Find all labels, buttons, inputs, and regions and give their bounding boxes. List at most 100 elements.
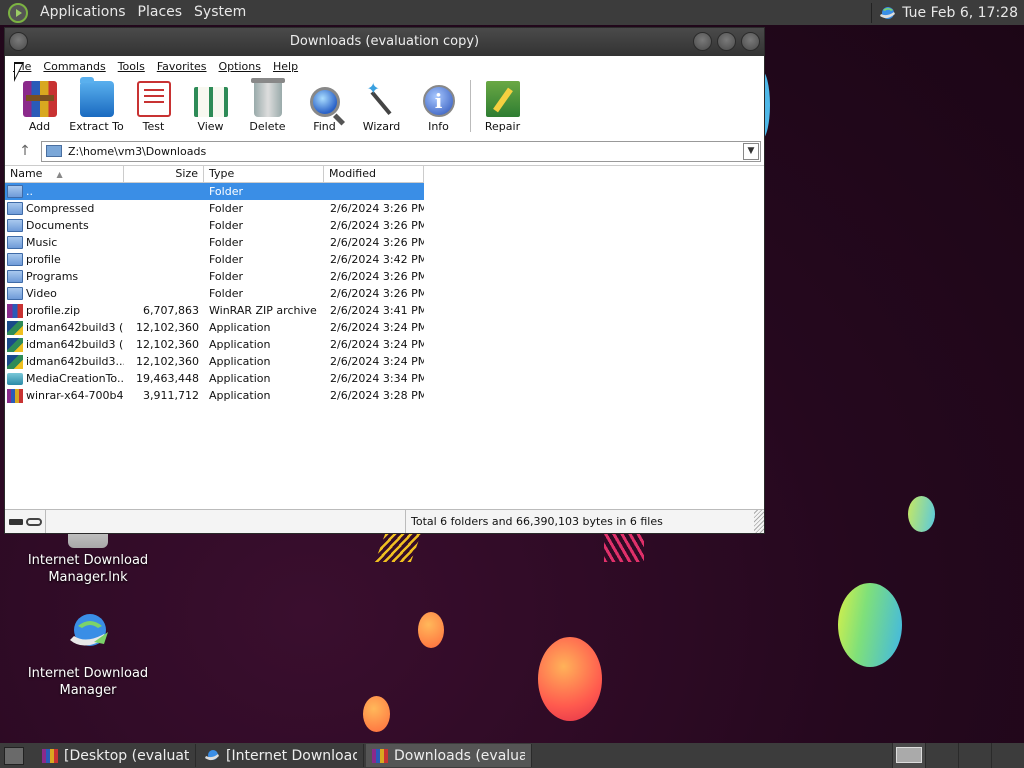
workspace-4[interactable] <box>991 743 1024 768</box>
table-row[interactable]: idman642build3.... 12,102,360 Application 2… <box>5 353 424 370</box>
menu-commands[interactable]: Commands <box>37 60 111 73</box>
table-row[interactable]: idman642build3 (... 12,102,360 Application… <box>5 336 424 353</box>
desktop-icon-label: Internet Download Manager.lnk <box>27 553 149 585</box>
menu-help[interactable]: Help <box>267 60 304 73</box>
taskbar-item-downloads[interactable]: Downloads (evaluati... <box>366 744 532 767</box>
file-rows: .. Folder Compressed Folder 2/6/2024 3:26 PM… <box>5 183 764 404</box>
distro-logo-icon[interactable] <box>8 2 28 23</box>
clock[interactable]: Tue Feb 6, 17:28 <box>902 5 1018 21</box>
cell-type: Folder <box>209 253 243 266</box>
taskbar-item-idm[interactable]: [Internet Download... <box>198 744 364 767</box>
table-row[interactable]: Video Folder 2/6/2024 3:26 PM <box>5 285 424 302</box>
winrar-icon <box>42 748 58 763</box>
wallpaper-streak <box>604 534 644 562</box>
resize-grip[interactable] <box>754 510 764 533</box>
window-menu-button[interactable] <box>9 32 28 51</box>
table-row[interactable]: .. Folder <box>5 183 424 200</box>
task-label: [Desktop (evaluatio... <box>64 747 189 764</box>
delete-button[interactable]: Delete <box>239 76 296 136</box>
up-one-level-button[interactable]: ↑ <box>9 140 41 162</box>
path-text[interactable]: Z:\home\vm3\Downloads <box>68 145 743 158</box>
cell-name: .. <box>5 185 124 198</box>
cell-name: profile.zip <box>5 303 124 318</box>
repair-kit-icon <box>485 81 520 117</box>
maximize-button[interactable] <box>717 32 736 51</box>
window-titlebar[interactable]: Downloads (evaluation copy) <box>5 28 764 56</box>
magnifier-icon <box>309 87 340 117</box>
list-header: Name ▲ Size Type Modified <box>5 166 764 183</box>
task-label: [Internet Download... <box>226 747 357 764</box>
find-button[interactable]: Find <box>296 76 353 136</box>
winrar-icon <box>372 748 388 763</box>
table-row[interactable]: Music Folder 2/6/2024 3:26 PM <box>5 234 424 251</box>
column-header-name[interactable]: Name ▲ <box>5 166 124 183</box>
test-button[interactable]: Test <box>125 76 182 136</box>
add-button[interactable]: Add <box>11 76 68 136</box>
workspace-3[interactable] <box>958 743 991 768</box>
chevron-down-icon[interactable]: ▼ <box>743 142 759 160</box>
tool-label: Extract To <box>69 120 124 133</box>
cell-modified: 2/6/2024 3:24 PM <box>330 355 424 368</box>
table-row[interactable]: Compressed Folder 2/6/2024 3:26 PM <box>5 200 424 217</box>
cell-modified: 2/6/2024 3:24 PM <box>330 338 424 351</box>
cell-type: Application <box>209 355 271 368</box>
idm-globe-icon <box>70 614 108 646</box>
info-button[interactable]: i Info <box>410 76 467 136</box>
minimize-button[interactable] <box>693 32 712 51</box>
winrar-window: Downloads (evaluation copy) File Command… <box>4 27 765 534</box>
folder-icon <box>7 270 23 283</box>
file-name: winrar-x64-700b4.... <box>26 389 124 402</box>
wallpaper-bubble <box>418 612 444 648</box>
taskbar-item-desktop[interactable]: [Desktop (evaluatio... <box>36 744 196 767</box>
drive-icon[interactable] <box>9 518 23 525</box>
menu-favorites[interactable]: Favorites <box>151 60 213 73</box>
menu-tools[interactable]: Tools <box>112 60 151 73</box>
table-row[interactable]: idman642build3 (... 12,102,360 Application… <box>5 319 424 336</box>
close-button[interactable] <box>741 32 760 51</box>
cell-type: Folder <box>209 185 243 198</box>
column-header-modified[interactable]: Modified <box>324 166 424 183</box>
workspace-switcher <box>892 743 1024 768</box>
wizard-button[interactable]: Wizard <box>353 76 410 136</box>
cell-modified: 2/6/2024 3:41 PM <box>330 304 424 317</box>
extract-to-button[interactable]: Extract To <box>68 76 125 136</box>
workspace-1[interactable] <box>892 743 925 768</box>
cell-type: Application <box>209 338 271 351</box>
menu-system[interactable]: System <box>188 0 252 25</box>
menu-applications[interactable]: Applications <box>34 0 132 25</box>
table-row[interactable]: winrar-x64-700b4.... 3,911,712 Application… <box>5 387 424 404</box>
key-icon[interactable] <box>26 517 42 526</box>
show-desktop-button[interactable] <box>4 746 24 765</box>
cell-type: Application <box>209 389 271 402</box>
tool-label: Delete <box>249 120 286 133</box>
repair-button[interactable]: Repair <box>474 76 531 136</box>
desktop-icon-idm[interactable]: Internet Download Manager <box>18 608 158 699</box>
status-selection-pane <box>46 510 406 533</box>
extract-folder-icon <box>79 77 114 117</box>
menu-places[interactable]: Places <box>132 0 189 25</box>
path-combobox[interactable]: Z:\home\vm3\Downloads ▼ <box>41 140 761 162</box>
idm-tray-icon[interactable] <box>878 5 896 21</box>
table-row[interactable]: Programs Folder 2/6/2024 3:26 PM <box>5 268 424 285</box>
tool-label: Info <box>428 120 449 133</box>
wallpaper-bubble <box>363 696 390 732</box>
application-icon <box>7 372 23 385</box>
column-header-size[interactable]: Size <box>124 166 204 183</box>
table-row[interactable]: profile.zip 6,707,863 WinRAR ZIP archive 2/… <box>5 302 424 319</box>
address-bar: ↑ Z:\home\vm3\Downloads ▼ <box>9 139 761 163</box>
workspace-2[interactable] <box>925 743 958 768</box>
menu-options[interactable]: Options <box>213 60 267 73</box>
table-row[interactable]: MediaCreationTo... 19,463,448 Application 2… <box>5 370 424 387</box>
cell-size: 12,102,360 <box>136 321 199 334</box>
file-name: profile <box>26 253 61 266</box>
table-row[interactable]: Documents Folder 2/6/2024 3:26 PM <box>5 217 424 234</box>
cell-modified: 2/6/2024 3:26 PM <box>330 202 424 215</box>
application-icon <box>7 354 23 369</box>
cell-size: 19,463,448 <box>136 372 199 385</box>
file-list[interactable]: Name ▲ Size Type Modified .. Folder Compres… <box>5 165 764 508</box>
toolbar: Add Extract To Test View Delete Find Wiz… <box>11 76 531 136</box>
table-row[interactable]: profile Folder 2/6/2024 3:42 PM <box>5 251 424 268</box>
view-button[interactable]: View <box>182 76 239 136</box>
cell-modified: 2/6/2024 3:42 PM <box>330 253 424 266</box>
column-header-type[interactable]: Type <box>204 166 324 183</box>
